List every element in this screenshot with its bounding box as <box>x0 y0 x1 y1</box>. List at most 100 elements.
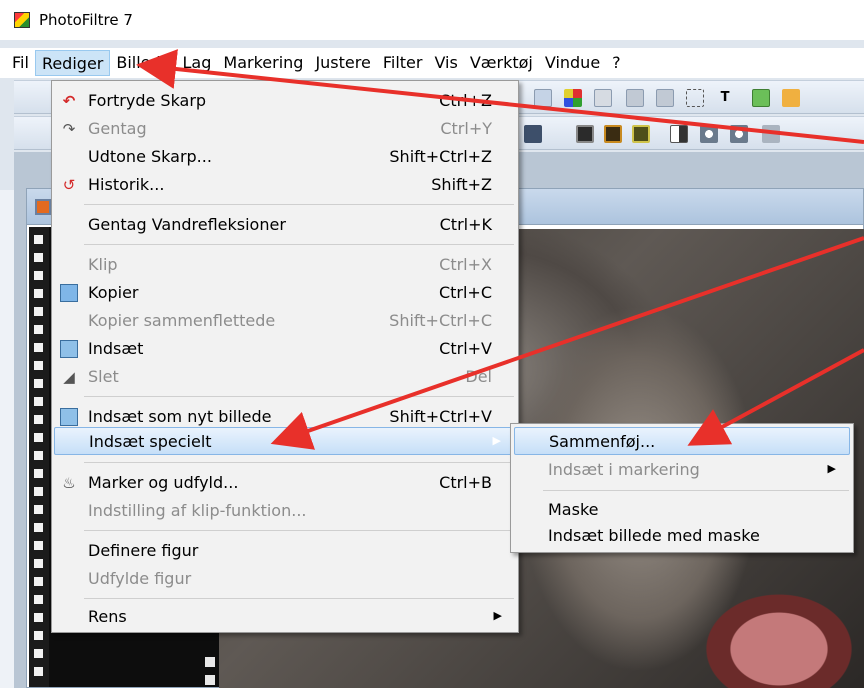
film-hole <box>34 523 43 532</box>
paste-new-icon <box>60 408 78 426</box>
menu-rediger[interactable]: Rediger <box>34 50 111 76</box>
menu-vaerktoej[interactable]: Værktøj <box>464 50 539 76</box>
menu-billede[interactable]: Billede <box>110 50 176 76</box>
film-hole <box>34 505 43 514</box>
film-hole <box>34 595 43 604</box>
film-hole <box>34 631 43 640</box>
toolbar-icon[interactable] <box>656 89 674 107</box>
film-hole <box>34 559 43 568</box>
toolbar-icon[interactable] <box>524 125 542 143</box>
paste-icon <box>60 340 78 358</box>
film-hole <box>34 325 43 334</box>
menu-help[interactable]: ? <box>606 50 627 76</box>
film-hole <box>34 397 43 406</box>
left-panel <box>0 190 14 688</box>
film-hole <box>34 469 43 478</box>
toolbar-icon[interactable] <box>762 125 780 143</box>
edit-menu-dropdown: ↶ Fortryde Skarp Ctrl+Z ↷ Gentag Ctrl+Y … <box>51 80 519 633</box>
menu-item-purge[interactable]: Rens ▶ <box>54 603 516 631</box>
paste-special-submenu: Sammenføj... Indsæt i markering ▶ Maske … <box>510 423 854 553</box>
menu-item-fade[interactable]: Udtone Skarp... Shift+Ctrl+Z <box>54 143 516 171</box>
submenu-arrow-icon: ▶ <box>493 609 502 622</box>
film-hole <box>205 675 215 685</box>
toolbar-icon[interactable] <box>752 89 770 107</box>
drop-icon[interactable] <box>700 125 718 143</box>
menu-item-undo[interactable]: ↶ Fortryde Skarp Ctrl+Z <box>54 87 516 115</box>
film-hole <box>34 289 43 298</box>
film-hole <box>34 271 43 280</box>
fill-icon: ♨ <box>62 474 76 492</box>
film-hole <box>34 415 43 424</box>
menu-lag[interactable]: Lag <box>177 50 218 76</box>
copy-icon <box>60 284 78 302</box>
toolbar-icon[interactable] <box>632 125 650 143</box>
menu-item-repeat[interactable]: Gentag Vandrefleksioner Ctrl+K <box>54 211 516 239</box>
menu-fil[interactable]: Fil <box>6 50 35 76</box>
menu-item-clip-settings[interactable]: Indstilling af klip-funktion... <box>54 497 516 525</box>
submenu-item-mask[interactable]: Maske <box>514 496 850 524</box>
drop-icon[interactable] <box>730 125 748 143</box>
photofiltre-logo-icon <box>14 12 30 28</box>
toolbar-icon[interactable] <box>626 89 644 107</box>
document-icon <box>35 199 51 215</box>
menu-item-cut[interactable]: Klip Ctrl+X <box>54 251 516 279</box>
film-hole <box>34 577 43 586</box>
menu-item-define-shape[interactable]: Definere figur <box>54 537 516 565</box>
submenu-arrow-icon: ▶ <box>492 434 501 447</box>
film-hole <box>34 379 43 388</box>
film-hole <box>34 253 43 262</box>
menu-vis[interactable]: Vis <box>428 50 463 76</box>
toolbar-icon[interactable] <box>594 89 612 107</box>
menu-separator <box>84 396 514 397</box>
menu-item-copy-merged[interactable]: Kopier sammenflettede Shift+Ctrl+C <box>54 307 516 335</box>
title-bar: PhotoFiltre 7 <box>0 0 864 40</box>
menu-item-redo[interactable]: ↷ Gentag Ctrl+Y <box>54 115 516 143</box>
toolbar-icon[interactable] <box>670 125 688 143</box>
menu-separator <box>84 530 514 531</box>
film-hole <box>34 667 43 676</box>
toolbar-icon[interactable] <box>604 125 622 143</box>
filmstrip <box>29 227 49 687</box>
menu-item-select-fill[interactable]: ♨ Marker og udfyld... Ctrl+B <box>54 469 516 497</box>
undo-icon: ↶ <box>62 92 76 110</box>
redo-icon: ↷ <box>62 120 76 138</box>
film-hole <box>34 487 43 496</box>
submenu-item-paste-in-selection[interactable]: Indsæt i markering ▶ <box>514 456 850 484</box>
menu-item-paste-special[interactable]: Indsæt specielt ▶ <box>54 427 516 455</box>
film-hole <box>34 343 43 352</box>
window-title: PhotoFiltre 7 <box>39 11 133 29</box>
menu-separator <box>84 244 514 245</box>
film-hole <box>34 361 43 370</box>
film-hole <box>34 649 43 658</box>
history-icon: ↺ <box>62 176 76 194</box>
menu-item-delete[interactable]: ◢ Slet Del <box>54 363 516 391</box>
film-hole <box>205 657 215 667</box>
submenu-item-merge[interactable]: Sammenføj... <box>514 427 850 455</box>
menu-separator <box>84 204 514 205</box>
film-hole <box>34 307 43 316</box>
menu-vindue[interactable]: Vindue <box>539 50 606 76</box>
text-tool-icon[interactable]: T <box>716 89 734 107</box>
toolbar-icon[interactable] <box>782 89 800 107</box>
film-hole <box>34 235 43 244</box>
film-hole <box>34 613 43 622</box>
menu-item-fill-shape[interactable]: Udfylde figur <box>54 565 516 593</box>
submenu-item-paste-with-mask[interactable]: Indsæt billede med maske <box>514 522 850 550</box>
menu-markering[interactable]: Markering <box>217 50 309 76</box>
selection-icon[interactable] <box>686 89 704 107</box>
toolbar-icon[interactable] <box>576 125 594 143</box>
eraser-icon: ◢ <box>63 368 75 386</box>
menu-separator <box>543 490 849 491</box>
color-palette-icon[interactable] <box>564 89 582 107</box>
film-hole <box>34 451 43 460</box>
menu-item-copy[interactable]: Kopier Ctrl+C <box>54 279 516 307</box>
menu-justere[interactable]: Justere <box>309 50 376 76</box>
menu-filter[interactable]: Filter <box>377 50 429 76</box>
toolbar-icon[interactable] <box>534 89 552 107</box>
menu-separator <box>84 462 514 463</box>
film-hole <box>34 433 43 442</box>
menu-bar: Fil Rediger Billede Lag Markering Juster… <box>0 48 864 78</box>
menu-item-paste[interactable]: Indsæt Ctrl+V <box>54 335 516 363</box>
menu-item-history[interactable]: ↺ Historik... Shift+Z <box>54 171 516 199</box>
menu-separator <box>84 598 514 599</box>
